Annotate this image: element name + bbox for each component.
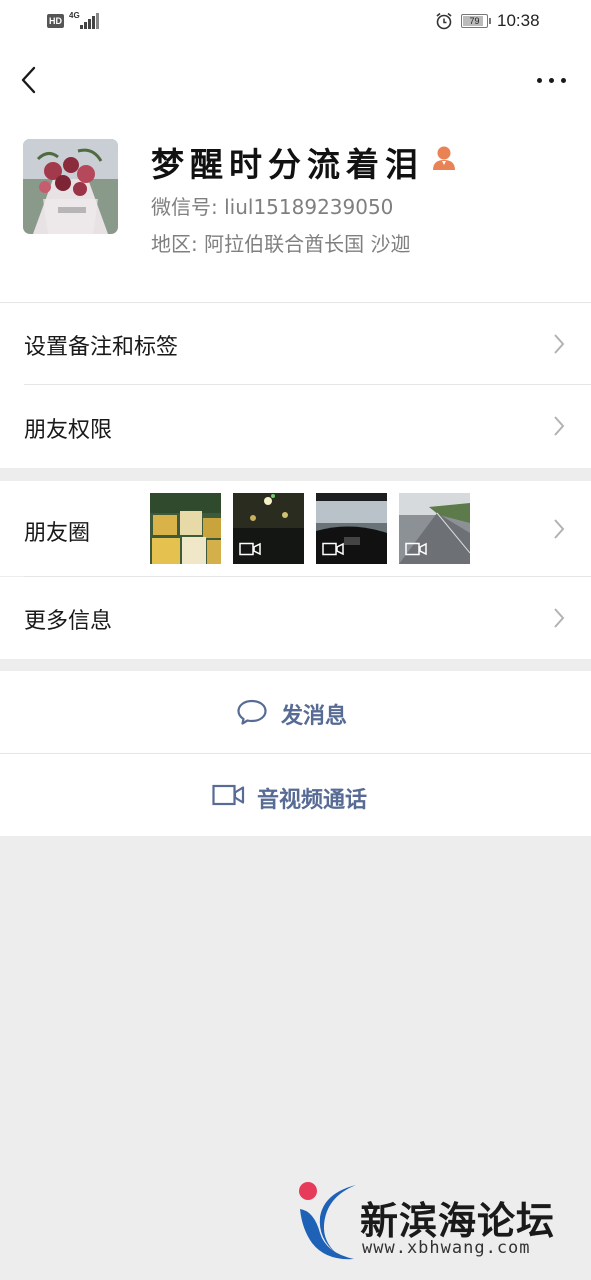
battery-icon: 79 [461,14,491,28]
send-message-button[interactable]: 发消息 [0,671,591,753]
video-icon [405,542,427,556]
video-call-icon [212,784,245,806]
status-bar: HD 4G 79 10:38 [0,0,591,44]
region: 地区: 阿拉伯联合酋长国 沙迦 [151,232,411,256]
av-call-label: 音视频通话 [257,788,368,813]
signal-icon [78,13,99,29]
nav-bar [0,44,591,116]
chat-bubble-icon [237,699,267,725]
hd-badge: HD [47,14,64,28]
remark-tags-row[interactable]: 设置备注和标签 [0,303,591,385]
video-icon [239,542,261,556]
remark-tags-label: 设置备注和标签 [24,335,179,360]
profile-header: 梦醒时分流着泪 微信号: liul15189239050 地区: 阿拉伯联合酋长… [0,116,591,302]
moments-video-thumbnail [233,493,304,564]
chevron-right-icon [554,334,565,354]
chevron-right-icon [554,608,565,628]
moments-video-thumbnail [316,493,387,564]
friend-permissions-row[interactable]: 朋友权限 [0,385,591,468]
friend-permissions-label: 朋友权限 [24,418,113,443]
back-arrow-icon[interactable] [18,64,42,96]
av-call-button[interactable]: 音视频通话 [0,754,591,836]
chevron-right-icon [554,416,565,436]
forum-logo [299,1182,356,1260]
send-message-label: 发消息 [281,704,348,729]
alarm-icon [436,12,452,30]
avatar[interactable] [23,139,118,234]
watermark-url: www.xbhwang.com [362,1238,531,1258]
gender-icon [433,146,455,170]
battery-level: 79 [469,16,480,26]
moments-label: 朋友圈 [24,521,91,546]
watermark-title: 新滨海论坛 [360,1199,556,1243]
moments-video-thumbnail [399,493,470,564]
more-options-icon[interactable] [535,68,569,92]
moments-thumbnail [150,493,221,564]
nickname: 梦醒时分流着泪 [151,145,424,184]
chevron-right-icon [554,519,565,539]
moments-row[interactable]: 朋友圈 [0,481,591,577]
clock: 10:38 [497,11,540,30]
more-info-row[interactable]: 更多信息 [0,577,591,659]
more-info-label: 更多信息 [24,609,113,634]
wechat-id: 微信号: liul15189239050 [151,195,394,219]
video-icon [322,542,344,556]
